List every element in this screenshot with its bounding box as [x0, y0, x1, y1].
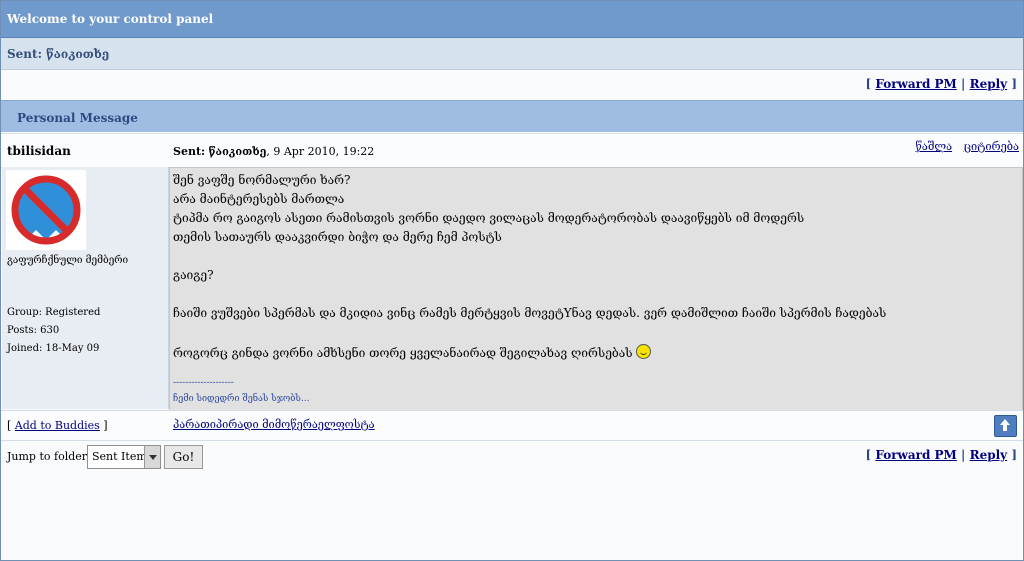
go-button[interactable]: Go!: [164, 445, 203, 469]
delete-link[interactable]: წაშლა: [916, 140, 953, 153]
personal-message-label: Personal Message: [17, 111, 138, 125]
message-line-with-smiley: როგორც გინდა ვორნი ამხსენი თორე ყველანაი…: [173, 344, 652, 360]
message-line: შენ ვაფშე ნორმალური ხარ?: [173, 173, 351, 187]
quote-link[interactable]: ციტირება: [964, 140, 1019, 153]
message-line: არა მაინტერესებს მართლა: [173, 192, 345, 206]
message-line: ჩაიში ვუშვები სპერმას და მკიდია ვინც რამ…: [173, 306, 887, 320]
add-to-buddies-link[interactable]: Add to Buddies: [15, 419, 100, 432]
author-info-column: გაფურჩქნული მემბერი Group: Registered Po…: [2, 167, 169, 409]
sent-date: , 9 Apr 2010, 19:22: [266, 145, 375, 158]
up-arrow-icon[interactable]: [994, 415, 1017, 437]
signature-text: ჩემი სიდედრი შენას სჯობს...: [173, 394, 310, 404]
reply-link[interactable]: Reply: [970, 77, 1008, 91]
member-group-label: გაფურჩქნული მემბერი: [7, 255, 129, 266]
member-posts: Posts: 630: [7, 325, 60, 336]
message-subject: Sent: წაიკითხე: [7, 47, 110, 61]
message-line: თემის სათაურს დააკვირდი ბიჭო და მერე ჩემ…: [173, 230, 502, 244]
message-line: ტიპმა რო გაიგოს ასეთი რამისთვის ვორნი და…: [173, 211, 805, 225]
member-group: Group: Registered: [7, 307, 101, 318]
control-panel-frame: Welcome to your control panel Sent: წაიკ…: [0, 0, 1024, 561]
message-header-row: tbilisidan Sent: წაიკითხე, 9 Apr 2010, 1…: [1, 133, 1023, 168]
top-message-actions: [ Forward PM | Reply ]: [865, 77, 1017, 91]
sent-label: Sent:: [173, 145, 206, 158]
reply-link[interactable]: Reply: [970, 448, 1008, 462]
author-name: tbilisidan: [7, 144, 71, 158]
contact-links: პარათიპირადი მიმოწერაელფოსტა: [173, 418, 375, 431]
no-bavaria-avatar-icon: [6, 170, 86, 250]
chevron-down-icon[interactable]: [144, 446, 160, 468]
control-panel-titlebar: Welcome to your control panel: [1, 1, 1023, 38]
message-body: შენ ვაფშე ნორმალური ხარ? არა მაინტერესებ…: [169, 167, 1023, 411]
message-line: გაიგე?: [173, 268, 214, 282]
sent-info: Sent: წაიკითხე, 9 Apr 2010, 19:22: [173, 145, 374, 158]
message-subject-bar: Sent: წაიკითხე: [1, 38, 1023, 70]
contact-link[interactable]: პარათიპირადი მიმოწერაელფოსტა: [173, 418, 375, 431]
message-footer-row: [ Add to Buddies ] პარათიპირადი მიმოწერა…: [1, 410, 1023, 441]
member-joined: Joined: 18-May 09: [7, 343, 100, 354]
message-tools: წაშლა ციტირება: [908, 140, 1020, 153]
bottom-message-actions: [ Forward PM | Reply ]: [865, 448, 1017, 462]
smiley-icon: [636, 344, 652, 359]
control-panel-title: Welcome to your control panel: [7, 12, 214, 26]
signature-divider: --------------------: [173, 378, 234, 388]
sent-subject: წაიკითხე: [208, 145, 267, 158]
jump-folder-label: Jump to folder:: [7, 450, 91, 463]
forward-pm-link[interactable]: Forward PM: [875, 448, 957, 462]
add-buddies-wrapper: [ Add to Buddies ]: [7, 419, 108, 432]
folder-select[interactable]: Sent Items: [87, 445, 161, 469]
forward-pm-link[interactable]: Forward PM: [875, 77, 957, 91]
personal-message-header: Personal Message: [1, 100, 1023, 132]
